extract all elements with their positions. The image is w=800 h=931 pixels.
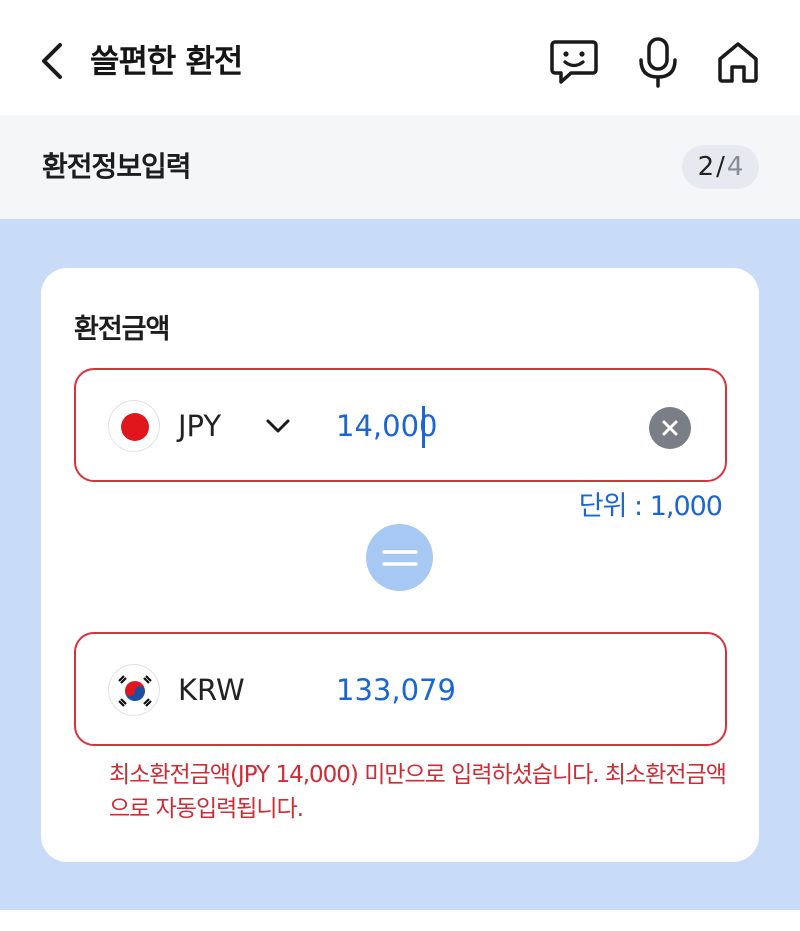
chatbot-button[interactable] — [548, 36, 600, 88]
unit-hint: 단위 : 1,000 — [578, 491, 723, 522]
clear-button[interactable] — [649, 407, 691, 449]
header-bar: 쓸편한 환전 — [0, 0, 800, 115]
currency-dropdown-button[interactable] — [262, 406, 294, 446]
text-cursor — [422, 406, 425, 448]
home-icon — [718, 42, 758, 83]
japan-flag-icon — [108, 400, 160, 452]
from-amount-field[interactable]: JPY 14,000 — [74, 368, 727, 482]
chevron-left-icon — [42, 43, 62, 79]
to-amount-field: KRW 133,079 — [74, 632, 727, 746]
step-title: 환전정보입력 — [42, 150, 192, 183]
back-button[interactable] — [34, 38, 70, 84]
voice-button[interactable] — [632, 36, 684, 88]
chevron-down-icon — [266, 419, 290, 433]
step-indicator-bar: 환전정보입력 2 / 4 — [0, 115, 800, 219]
chat-smile-icon — [550, 40, 598, 84]
to-currency-code: KRW — [178, 673, 245, 707]
step-badge: 2 / 4 — [682, 145, 759, 189]
step-total: 4 — [726, 152, 744, 182]
equals-icon — [366, 524, 433, 591]
bottom-area — [0, 910, 800, 931]
from-currency-code: JPY — [178, 409, 222, 443]
korea-flag-icon — [108, 664, 160, 716]
exchange-amount-label: 환전금액 — [74, 314, 170, 345]
page-title: 쓸편한 환전 — [90, 42, 243, 80]
to-amount-value: 133,079 — [336, 673, 456, 707]
error-message: 최소환전금액(JPY 14,000) 미만으로 입력하셨습니다. 최소환전금액으… — [109, 762, 727, 822]
step-current: 2 — [697, 152, 715, 182]
exchange-card: 환전금액 JPY 14,000 단위 : 1,000 KRW 133,079 최… — [41, 268, 759, 862]
close-icon — [662, 420, 678, 436]
home-button[interactable] — [712, 36, 764, 88]
step-separator: / — [716, 152, 725, 182]
microphone-icon — [639, 37, 677, 88]
